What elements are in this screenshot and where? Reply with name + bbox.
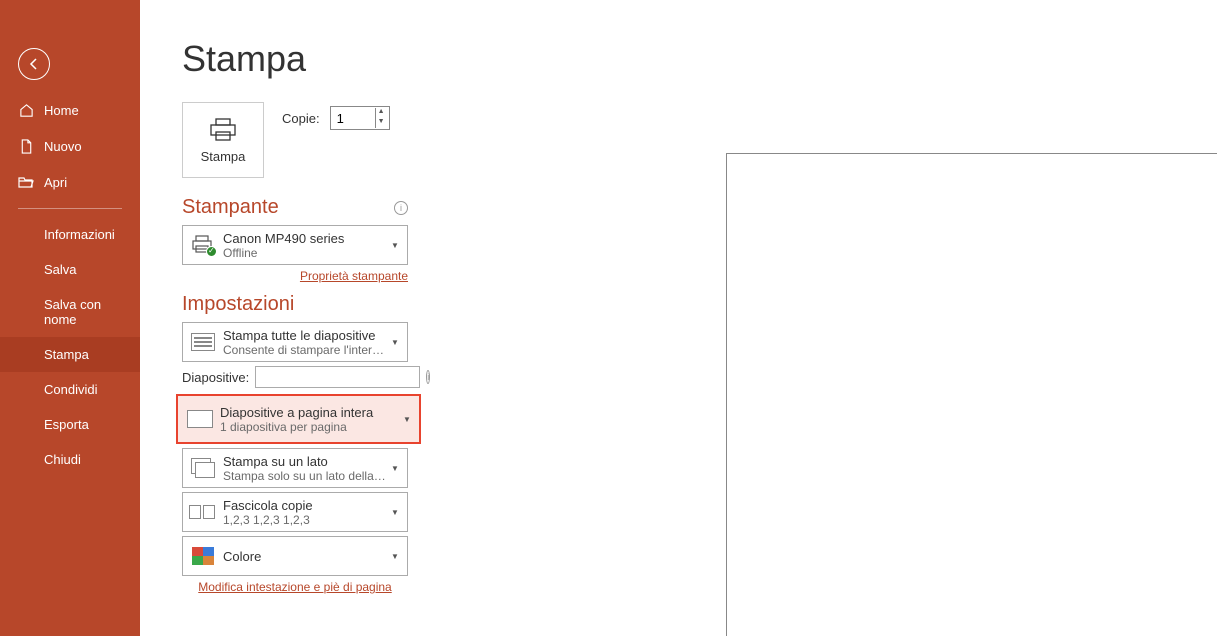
chevron-down-icon: ▼ — [399, 415, 415, 424]
sidebar-item-label: Stampa — [44, 347, 89, 362]
collate-dropdown[interactable]: Fascicola copie 1,2,3 1,2,3 1,2,3 ▼ — [182, 492, 408, 532]
print-range-dropdown[interactable]: Stampa tutte le diapositive Consente di … — [182, 322, 408, 362]
sidebar-item-save[interactable]: Salva — [0, 252, 140, 287]
chevron-down-icon: ▼ — [387, 241, 403, 250]
printer-section-title: Stampante i — [182, 196, 408, 219]
sidebar-item-saveas[interactable]: Salva con nome — [0, 287, 140, 337]
info-icon[interactable]: i — [394, 201, 408, 215]
printer-name: Canon MP490 series — [223, 231, 387, 246]
sidebar-divider — [18, 208, 122, 209]
sidebar-item-export[interactable]: Esporta — [0, 407, 140, 442]
info-icon[interactable]: i — [426, 370, 430, 384]
home-icon — [18, 102, 34, 118]
copies-down-button[interactable]: ▼ — [376, 118, 387, 128]
print-button-label: Stampa — [201, 149, 246, 164]
full-page-slide-icon — [187, 410, 213, 428]
sidebar-item-label: Apri — [44, 175, 67, 190]
sidebar-item-close[interactable]: Chiudi — [0, 442, 140, 477]
sidebar-item-label: Informazioni — [44, 227, 115, 242]
color-dropdown[interactable]: Colore ▼ — [182, 536, 408, 576]
copies-label: Copie: — [282, 111, 320, 126]
file-icon — [18, 138, 34, 154]
sidebar-item-info[interactable]: Informazioni — [0, 217, 140, 252]
printer-dropdown[interactable]: Canon MP490 series Offline ▼ — [182, 225, 408, 265]
chevron-down-icon: ▼ — [387, 338, 403, 347]
print-button[interactable]: Stampa — [182, 102, 264, 178]
folder-open-icon — [18, 174, 34, 190]
printer-status-icon — [191, 235, 215, 255]
preview-page — [726, 153, 1217, 636]
color-icon — [192, 547, 214, 565]
arrow-left-icon — [26, 56, 42, 72]
page-title: Stampa — [182, 38, 582, 80]
slides-all-icon — [191, 333, 215, 351]
collate-icon — [189, 505, 217, 519]
sidebar-item-label: Chiudi — [44, 452, 81, 467]
one-sided-icon — [191, 458, 215, 478]
sidebar-item-label: Home — [44, 103, 79, 118]
backstage-sidebar: Home Nuovo Apri Informazioni Salva Salva… — [0, 0, 140, 636]
printer-icon — [208, 117, 238, 143]
edit-header-footer-link[interactable]: Modifica intestazione e piè di pagina — [182, 580, 408, 594]
chevron-down-icon: ▼ — [387, 552, 403, 561]
sidebar-item-label: Nuovo — [44, 139, 82, 154]
sidebar-item-label: Condividi — [44, 382, 97, 397]
slide-layout-dropdown[interactable]: Diapositive a pagina intera 1 diapositiv… — [176, 394, 421, 444]
chevron-down-icon: ▼ — [387, 464, 403, 473]
sidebar-item-share[interactable]: Condividi — [0, 372, 140, 407]
copies-up-button[interactable]: ▲ — [376, 108, 387, 118]
slides-range-label: Diapositive: — [182, 370, 249, 385]
sidebar-item-label: Salva — [44, 262, 77, 277]
sidebar-item-home[interactable]: Home — [0, 92, 140, 128]
sidebar-item-label: Salva con nome — [44, 297, 122, 327]
sidebar-item-label: Esporta — [44, 417, 89, 432]
copies-input[interactable] — [331, 109, 375, 128]
printer-properties-link[interactable]: Proprietà stampante — [182, 269, 408, 283]
copies-stepper[interactable]: ▲ ▼ — [330, 106, 390, 130]
chevron-down-icon: ▼ — [387, 508, 403, 517]
print-preview-area — [622, 38, 1217, 636]
back-button[interactable] — [18, 48, 50, 80]
duplex-dropdown[interactable]: Stampa su un lato Stampa solo su un lato… — [182, 448, 408, 488]
sidebar-item-new[interactable]: Nuovo — [0, 128, 140, 164]
main-content: Stampa Stampa Copie: ▲ ▼ — [140, 0, 1217, 636]
printer-status: Offline — [223, 246, 387, 260]
settings-section-title: Impostazioni — [182, 293, 582, 316]
sidebar-item-print[interactable]: Stampa — [0, 337, 140, 372]
sidebar-item-open[interactable]: Apri — [0, 164, 140, 200]
slides-range-input[interactable] — [255, 366, 420, 388]
